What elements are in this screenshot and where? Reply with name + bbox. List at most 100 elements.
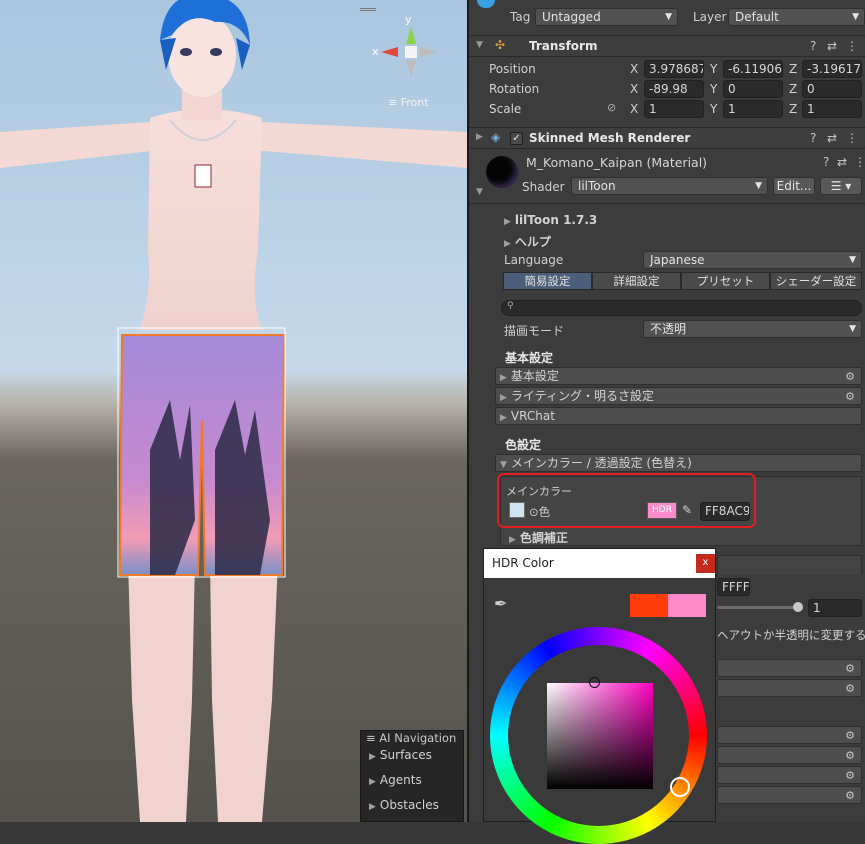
shader-dropdown[interactable]: lilToon ▼	[571, 177, 768, 195]
slider-value-field[interactable]: 1	[808, 599, 862, 617]
search-input[interactable]: ⚲	[501, 300, 862, 316]
tag-dropdown[interactable]: Untagged ▼	[535, 8, 678, 26]
hidden-foldout[interactable]: ⚙	[717, 659, 862, 677]
scale-y-field[interactable]: 1	[723, 100, 783, 118]
ai-navigation-panel: ≡ AI Navigation ▶ Surfaces ▶ Agents ▶ Obsta…	[360, 730, 464, 822]
transform-header[interactable]: ▼ ✣ Transform ? ⇄ ⋮	[469, 35, 865, 57]
orientation-gizmo[interactable]	[378, 22, 440, 80]
mesh-renderer-icon: ◈	[491, 130, 501, 144]
position-y-field[interactable]: -6.119065	[723, 60, 783, 78]
gear-icon[interactable]: ⚙	[845, 681, 855, 696]
language-label: Language	[504, 253, 564, 267]
gear-icon[interactable]: ⚙	[845, 768, 855, 783]
gameobject-icon	[477, 0, 495, 8]
scale-z-field[interactable]: 1	[802, 100, 862, 118]
position-x-field[interactable]: 3.978687	[644, 60, 704, 78]
ai-nav-item-agents[interactable]: ▶ Agents	[369, 773, 422, 787]
hidden-foldout[interactable]: ⚙	[717, 679, 862, 697]
constrain-proportions-icon[interactable]: ⊘	[607, 101, 616, 114]
shader-label: Shader	[522, 180, 565, 194]
liltoon-version-foldout[interactable]: ▶ lilToon 1.7.3	[504, 213, 597, 227]
tone-correction-foldout[interactable]: ▶ 色調補正	[509, 529, 568, 546]
shader-list-button[interactable]: ☰ ▾	[820, 177, 862, 195]
tab-shader-settings[interactable]: シェーダー設定	[770, 272, 862, 290]
material-preview	[486, 156, 518, 188]
help-icon[interactable]: ?	[823, 155, 829, 169]
more-icon[interactable]: ⋮	[846, 39, 858, 53]
position-z-field[interactable]: -3.196172	[802, 60, 862, 78]
gear-icon[interactable]: ⚙	[845, 369, 855, 384]
partial-help-text: ヘアウトか半透明に変更する必	[717, 628, 865, 642]
close-button[interactable]: x	[696, 554, 715, 573]
help-icon[interactable]: ?	[810, 131, 816, 145]
slider-thumb[interactable]	[793, 602, 803, 612]
transform-title: Transform	[529, 39, 598, 53]
hidden-foldout[interactable]: ⚙	[717, 786, 862, 804]
skinned-mesh-renderer-header[interactable]: ▶ ◈ ✓ Skinned Mesh Renderer ? ⇄ ⋮	[469, 127, 865, 149]
material-name: M_Komano_Kaipan (Material)	[526, 155, 708, 170]
scale-label: Scale	[489, 102, 522, 116]
enabled-checkbox[interactable]: ✓	[510, 132, 523, 145]
help-foldout[interactable]: ▶ ヘルプ	[504, 233, 551, 250]
hidden-foldout[interactable]: ⚙	[717, 766, 862, 784]
expand-arrow-icon[interactable]: ▼	[476, 40, 483, 50]
foldout-vrchat[interactable]: ▶ VRChat	[495, 407, 862, 425]
foldout-basic-settings[interactable]: ▶ 基本設定 ⚙	[495, 367, 862, 385]
tab-simple-settings[interactable]: 簡易設定	[503, 272, 592, 290]
gear-icon[interactable]: ⚙	[845, 661, 855, 676]
gear-icon[interactable]: ⚙	[845, 389, 855, 404]
eyedropper-icon[interactable]: ✒	[494, 594, 507, 613]
tag-label: Tag	[510, 10, 531, 24]
scale-x-field[interactable]: 1	[644, 100, 704, 118]
popup-title: HDR Color	[492, 556, 554, 570]
rotation-label: Rotation	[489, 82, 540, 96]
gizmo-handle-icon[interactable]	[360, 8, 376, 11]
ai-nav-item-surfaces[interactable]: ▶ Surfaces	[369, 748, 432, 762]
expand-arrow-icon[interactable]: ▶	[476, 132, 483, 142]
help-icon[interactable]: ?	[810, 39, 816, 53]
scene-view[interactable]: y x ≡ Front ≡ AI Navigation ▶ Surfaces ▶ A…	[0, 0, 467, 822]
color-settings-heading: 色設定	[505, 438, 542, 452]
render-mode-dropdown[interactable]: 不透明 ▼	[643, 320, 862, 338]
rotation-z-field[interactable]: 0	[802, 80, 862, 98]
hue-picker-handle[interactable]	[670, 777, 690, 797]
presets-icon[interactable]: ⇄	[827, 39, 837, 53]
rotation-x-field[interactable]: -89.98	[644, 80, 704, 98]
foldout-lighting-settings[interactable]: ▶ ライティング・明るさ設定 ⚙	[495, 387, 862, 405]
hidden-foldout[interactable]: ⚙	[717, 746, 862, 764]
hidden-foldout[interactable]: ⚙	[717, 726, 862, 744]
tab-presets[interactable]: プリセット	[681, 272, 770, 290]
rotation-y-field[interactable]: 0	[723, 80, 783, 98]
hidden-section	[717, 555, 862, 575]
tab-advanced-settings[interactable]: 詳細設定	[592, 272, 681, 290]
more-icon[interactable]: ⋮	[846, 131, 858, 145]
more-icon[interactable]: ⋮	[854, 155, 865, 169]
presets-icon[interactable]: ⇄	[827, 131, 837, 145]
sv-picker-handle[interactable]	[589, 677, 600, 688]
highlight-outline	[497, 473, 756, 528]
axis-z-label: Z	[789, 62, 798, 76]
ai-nav-item-obstacles[interactable]: ▶ Obstacles	[369, 798, 439, 812]
hex-color-field-2[interactable]: FFFF	[717, 578, 750, 596]
gear-icon[interactable]: ⚙	[845, 788, 855, 803]
previous-color-swatch[interactable]	[630, 594, 668, 617]
transform-icon: ✣	[495, 38, 506, 52]
divider	[469, 203, 865, 204]
current-color-swatch[interactable]	[668, 594, 706, 617]
axis-x-label: X	[630, 102, 639, 116]
slider-track[interactable]	[717, 606, 801, 609]
edit-shader-button[interactable]: Edit...	[773, 177, 815, 195]
presets-icon[interactable]: ⇄	[837, 155, 847, 169]
material-expand-icon[interactable]: ▼	[476, 187, 483, 197]
position-label: Position	[489, 62, 536, 76]
language-dropdown[interactable]: Japanese ▼	[643, 251, 862, 269]
basic-settings-heading: 基本設定	[505, 351, 554, 365]
layer-dropdown[interactable]: Default ▼	[728, 8, 865, 26]
gear-icon[interactable]: ⚙	[845, 748, 855, 763]
view-mode-label[interactable]: ≡ Front	[388, 96, 429, 109]
gear-icon[interactable]: ⚙	[845, 728, 855, 743]
layer-label: Layer	[693, 10, 727, 24]
saturation-value-square[interactable]	[547, 683, 653, 789]
render-mode-label: 描画モード	[504, 324, 565, 338]
foldout-main-color[interactable]: ▼ メインカラー / 透過設定 (色替え)	[495, 454, 862, 472]
